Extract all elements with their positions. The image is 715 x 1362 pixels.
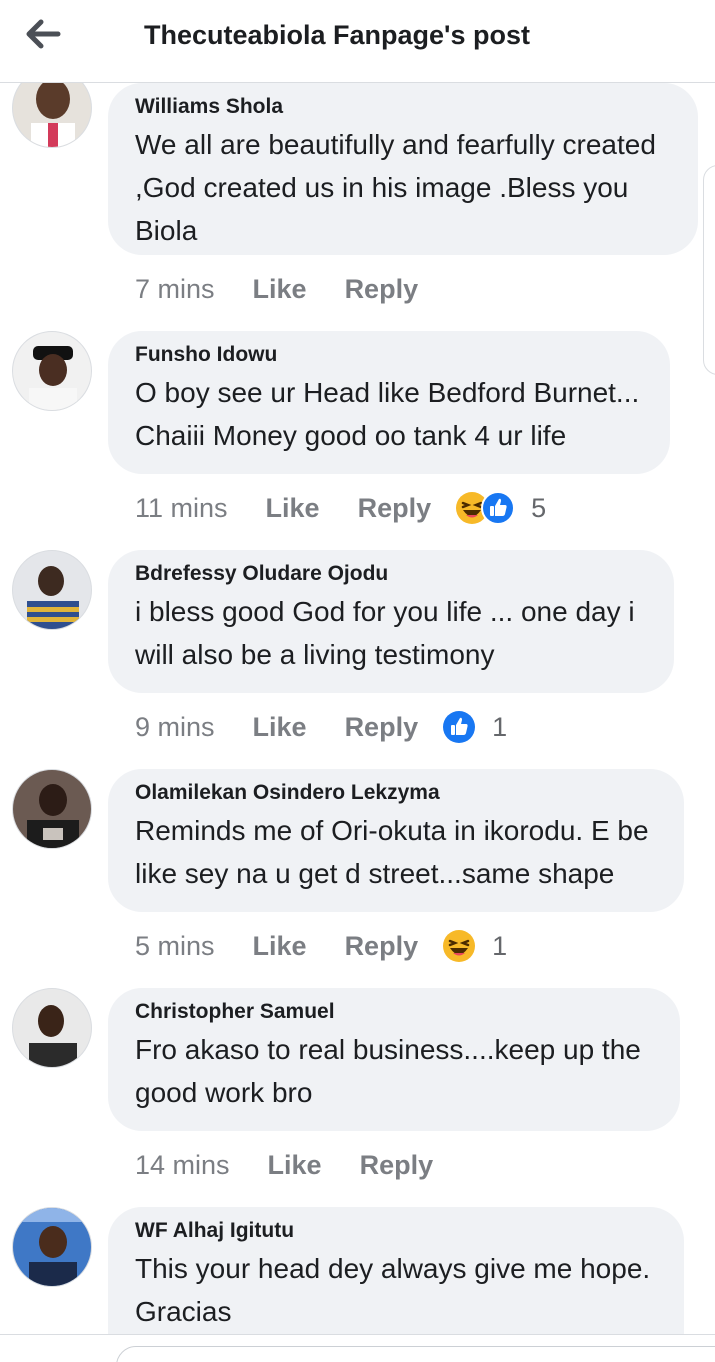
comment-text: This your head dey always give me hope. … [135,1253,651,1327]
reaction-count[interactable]: 5 [531,493,546,524]
comment-time[interactable]: 14 mins [135,1150,230,1181]
comment-bubble: Williams Shola We all are beautifully an… [108,83,698,255]
reaction-summary[interactable] [455,491,516,525]
back-button[interactable] [22,14,66,54]
composer-divider [0,1334,715,1335]
reply-button[interactable]: Reply [345,712,419,743]
comment-bubble: Olamilekan Osindero Lekzyma Reminds me o… [108,769,684,912]
reaction-summary[interactable] [442,929,476,963]
top-bar: Thecuteabiola Fanpage's post [0,0,715,83]
comment-text: O boy see ur Head like Bedford Burnet...… [135,377,640,451]
avatar[interactable] [12,550,92,630]
reaction-count[interactable]: 1 [492,931,507,962]
comment-actions: 11 mins Like Reply 5 [135,488,546,528]
comment-text: We all are beautifully and fearfully cre… [135,129,656,246]
comment-text: Fro akaso to real business....keep up th… [135,1034,641,1108]
comment-author[interactable]: WF Alhaj Igitutu [135,1217,658,1245]
reaction-count[interactable]: 1 [492,712,507,743]
scroll-indicator [703,165,715,375]
like-button[interactable]: Like [253,274,307,305]
avatar[interactable] [12,988,92,1068]
comment-actions: 9 mins Like Reply 1 [135,707,507,747]
comment-author[interactable]: Christopher Samuel [135,998,654,1026]
comment-text: Reminds me of Ori-okuta in ikorodu. E be… [135,815,649,889]
like-button[interactable]: Like [268,1150,322,1181]
reply-button[interactable]: Reply [360,1150,434,1181]
comment-text: i bless good God for you life ... one da… [135,596,635,670]
comment-bubble: WF Alhaj Igitutu This your head dey alwa… [108,1207,684,1334]
haha-emoji-icon [443,930,476,962]
page-title: Thecuteabiola Fanpage's post [144,20,530,50]
reply-button[interactable]: Reply [345,931,419,962]
comment-time[interactable]: 5 mins [135,931,215,962]
reaction-summary[interactable] [442,710,476,744]
comment-bubble: Bdrefessy Oludare Ojodu i bless good God… [108,550,674,693]
comment-time[interactable]: 9 mins [135,712,215,743]
comment-author[interactable]: Olamilekan Osindero Lekzyma [135,779,658,807]
comment-time[interactable]: 7 mins [135,274,215,305]
comment-bubble: Funsho Idowu O boy see ur Head like Bedf… [108,331,670,474]
avatar[interactable] [12,1207,92,1287]
avatar[interactable] [12,769,92,849]
like-emoji-icon [481,491,516,525]
reply-button[interactable]: Reply [358,493,432,524]
comment-actions: 14 mins Like Reply [135,1145,457,1185]
like-button[interactable]: Like [266,493,320,524]
comment-bubble: Christopher Samuel Fro akaso to real bus… [108,988,680,1131]
comment-author[interactable]: Bdrefessy Oludare Ojodu [135,560,648,588]
comment-author[interactable]: Williams Shola [135,93,672,121]
comment-composer-input[interactable] [116,1346,715,1362]
like-button[interactable]: Like [253,931,307,962]
reply-button[interactable]: Reply [345,274,419,305]
comment-actions: 7 mins Like Reply [135,269,442,309]
comment-actions: 5 mins Like Reply 1 [135,926,507,966]
like-emoji-icon [443,711,476,743]
arrow-left-icon [26,19,61,49]
comment-time[interactable]: 11 mins [135,493,228,524]
like-button[interactable]: Like [253,712,307,743]
comment-author[interactable]: Funsho Idowu [135,341,644,369]
avatar[interactable] [12,331,92,411]
